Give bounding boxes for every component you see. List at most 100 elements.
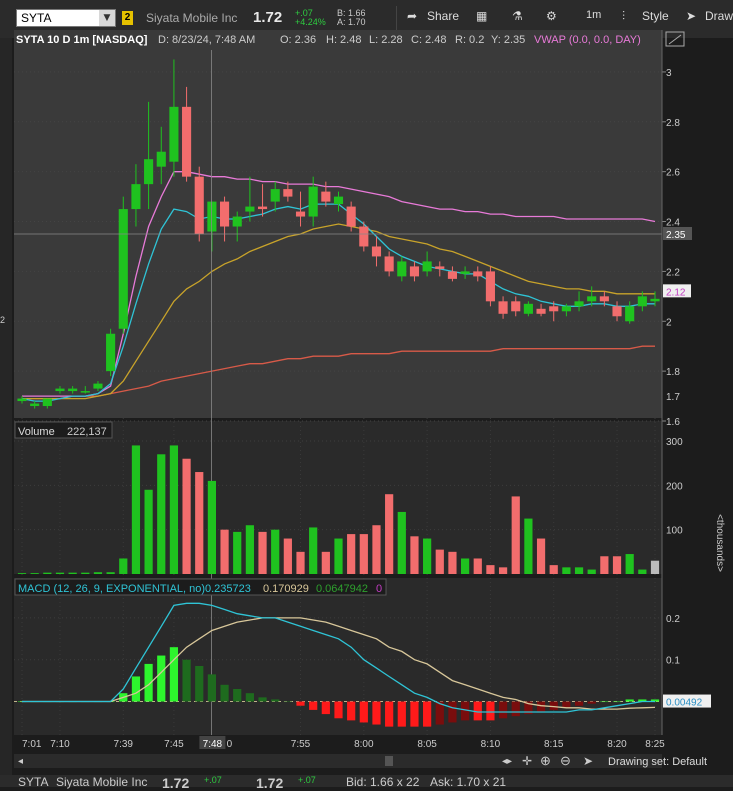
cursor-price-label: 2.35 [666,230,686,241]
status-footer: SYTA Siyata Mobile Inc 1.72 +.07 1.72 +.… [0,775,733,791]
macd-histogram-bar [600,701,609,703]
time-tick-label: 7:45 [164,739,184,750]
macd-header-value: 0.235723 [205,583,251,595]
candle-body [359,226,369,247]
price-tick-label: 1.8 [666,367,680,378]
candle-body [144,159,154,185]
macd-histogram-bar [359,701,368,723]
candle-body [511,301,521,312]
time-tick-label: 7:01 [22,739,42,750]
volume-bar [258,531,267,574]
macd-histogram-bar [321,701,330,715]
volume-bar [511,496,520,574]
candle-body [435,266,445,269]
candle-body [599,296,609,302]
select-tool-icon: ➤ [583,754,593,768]
candle-body [283,189,293,197]
macd-histogram-bar [397,701,406,727]
price-tick-label: 2.8 [666,118,680,129]
volume-bar [536,538,546,574]
macd-histogram-bar [448,701,457,723]
candle-body [561,306,571,312]
time-tick-label: 7:39 [114,739,134,750]
candle-body [42,398,52,407]
candle-body [523,303,533,314]
candlestick[interactable] [485,266,495,307]
volume-bar [524,518,533,574]
macd-histogram-bar [372,701,381,725]
candle-body [270,189,280,202]
time-tick-label: 8:25 [645,739,665,750]
volume-bar [574,567,584,574]
volume-bar [220,529,229,574]
candle-body [30,403,40,407]
candle-body [346,206,356,227]
time-cursor-tail: 0 [227,739,233,750]
candle-body [68,388,78,392]
volume-bar [17,573,27,574]
pan-icon: ◂▸ [502,756,512,767]
candlestick[interactable] [106,328,116,377]
candlestick[interactable] [118,196,128,334]
volume-header-label: Volume [18,426,55,438]
last-price-label: 2.12 [666,287,686,298]
volume-tick-label: 300 [666,437,683,448]
candle-body [232,216,242,227]
candle-body [460,271,470,274]
candle-body [422,261,432,272]
volume-bar [498,567,508,574]
volume-bar [43,572,52,574]
candle-body [587,296,597,302]
macd-histogram-bar [334,701,343,719]
volume-bar [562,567,571,574]
header-date: D: 8/23/24, 7:48 AM [158,34,256,46]
header-y: Y: 2.35 [491,34,526,46]
volume-bar [460,558,470,574]
candlestick[interactable] [194,166,204,242]
macd-histogram-bar [587,701,596,704]
crosshair-icon: ✛ [522,754,532,768]
volume-bar [372,525,381,574]
macd-histogram-bar [549,701,558,710]
macd-histogram-bar [157,655,166,702]
chart-title: SYTA 10 D 1m [NASDAQ] [16,34,148,46]
scrollbar-thumb[interactable] [385,756,393,766]
volume-bar [486,565,495,574]
candle-body [245,206,255,212]
macd-histogram-bar [410,701,419,727]
macd-histogram-bar [258,697,267,702]
volume-bar [119,558,128,574]
zoom-in-icon: ⊕ [540,753,551,768]
volume-bar [650,560,660,574]
candle-body [220,201,230,227]
time-tick-label: 7:55 [291,739,311,750]
footer-change: +.07 [204,775,222,785]
macd-histogram-bar [296,701,305,706]
macd-histogram-bar [574,701,584,706]
price-tick-label: 1.6 [666,417,680,428]
volume-bar [296,551,305,574]
macd-histogram-bar [271,699,280,702]
time-tick-label: 8:20 [607,739,627,750]
candle-body [207,201,217,232]
price-tick-label: 2.2 [666,267,680,278]
scroll-left-icon: ◂ [18,756,23,767]
volume-bar [549,565,558,574]
volume-bar [245,525,254,574]
volume-tick-label: 100 [666,526,683,537]
vwap-study-label[interactable]: VWAP (0.0, 0.0, DAY) [534,33,641,48]
chart-area[interactable]: 2 3 2.8 2.6 2.4 2.2 2 1.8 1.6 2.35 2.12 1.7 300 200 10… [0,0,733,775]
volume-bar [144,489,153,574]
candle-body [93,383,103,389]
macd-histogram-bar [245,693,254,702]
macd-histogram-bar [385,701,394,727]
candle-body [397,261,407,277]
macd-histogram-bar [169,647,179,702]
time-tick-label: 8:10 [481,739,501,750]
volume-bar [600,556,609,574]
candle-body [637,296,647,307]
candle-body [384,256,394,272]
volume-bar [435,549,444,574]
time-tick-label: 8:05 [417,739,437,750]
candle-body [169,106,179,162]
